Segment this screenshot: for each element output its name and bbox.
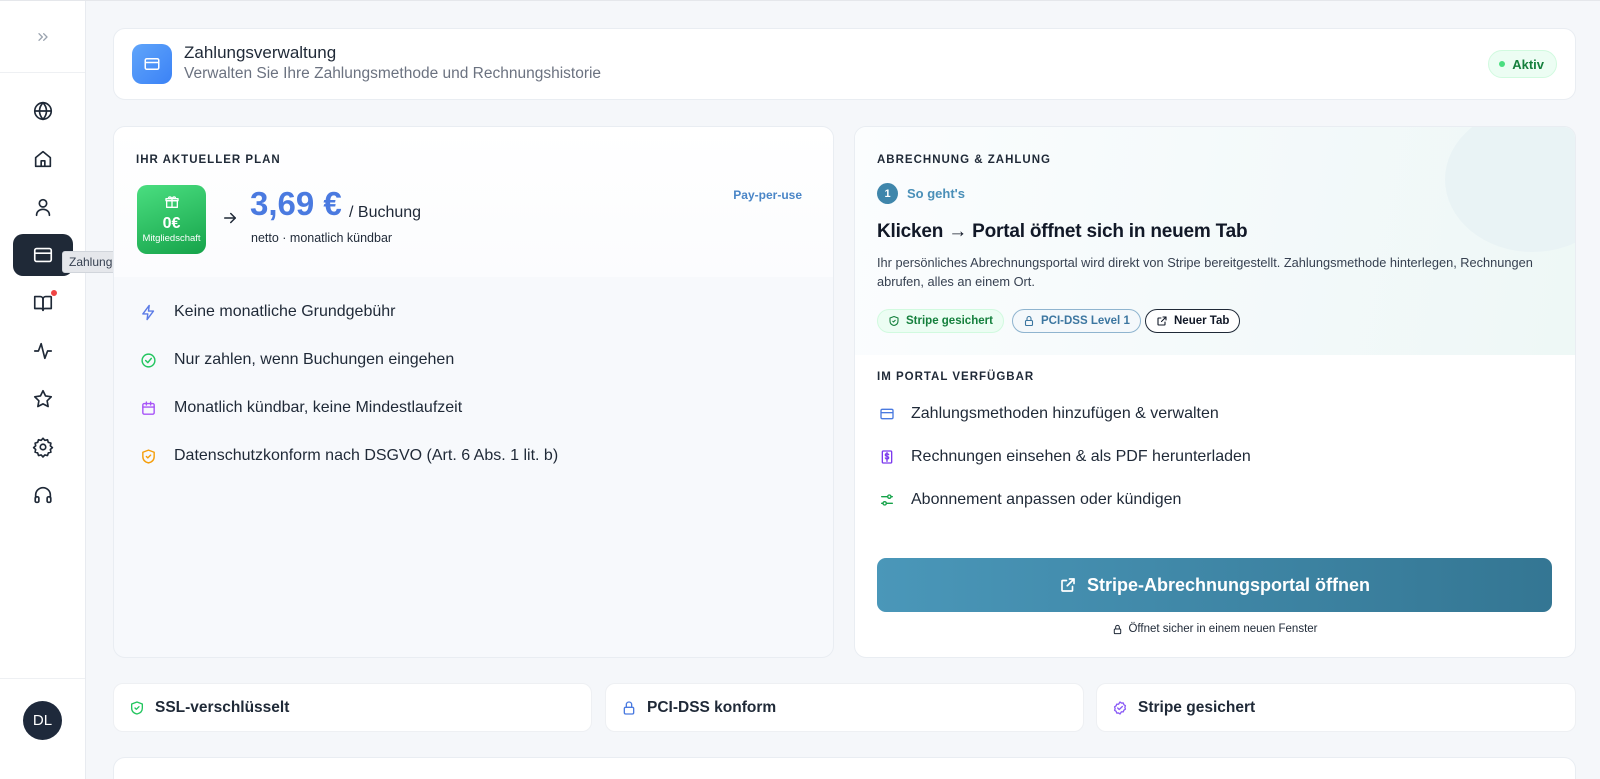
portal-feature: Zahlungsmethoden hinzufügen & verwalten [879,405,1219,423]
page-title: Zahlungsverwaltung [184,43,337,62]
trust-badge-stripe: Stripe gesichert [1096,683,1576,732]
gift-icon [164,196,179,208]
portal-feature: Rechnungen einsehen & als PDF herunterla… [879,448,1251,466]
tier-label: Mitgliedschaft [142,233,201,244]
arrow-right-icon [224,212,236,224]
sidebar-item-home[interactable] [13,138,73,180]
plan-summary [114,127,833,277]
external-link-icon [1061,578,1075,592]
step-indicator: 1 So geht's [877,183,965,204]
sidebar: Zahlung DL [0,1,120,779]
lock-icon [1114,624,1122,634]
shield-check-icon [889,315,899,327]
external-link-icon [1157,316,1167,326]
trust-badge-pci: PCI-DSS konform [605,683,1084,732]
plan-feature-label: Datenschutzkonform nach DSGVO (Art. 6 Ab… [174,447,559,464]
new-tab-chip: Neuer Tab [1145,309,1241,333]
sidebar-item-settings[interactable] [13,426,73,468]
next-section-card [113,757,1576,779]
sidebar-item-profile[interactable] [13,186,73,228]
current-plan-card: IHR AKTUELLER PLAN 0€ Mitgliedschaft 3,6… [113,126,834,658]
portal-feature: Abonnement anpassen oder kündigen [879,491,1181,509]
chevrons-right-icon [38,33,48,41]
user-icon [35,198,51,217]
invoice-icon [881,450,893,464]
sidebar-divider [0,72,85,73]
step-number: 1 [877,183,898,204]
avatar[interactable]: DL [23,701,62,740]
status-label: Aktiv [1512,56,1544,72]
portal-note: Öffnet sicher in einem neuen Fenster [855,623,1575,635]
chip-label: Stripe gesichert [906,315,993,327]
price-note: netto · monatlich kündbar [251,231,393,245]
lock-icon [1024,315,1034,327]
sidebar-item-activity[interactable] [13,330,73,372]
gear-icon [32,437,54,458]
plan-feature: Keine monatliche Grundgebühr [140,303,395,321]
billing-heading: Klicken → Portal öffnet sich in neuem Ta… [877,221,1248,242]
credit-card-icon [132,44,172,84]
billing-description: Ihr persönliches Abrechnungsportal wird … [877,255,1533,289]
credit-card-icon [880,408,894,420]
trust-badge-label: SSL-verschlüsselt [155,698,290,716]
billing-card: ABRECHNUNG & ZAHLUNG 1 So geht's Klicken… [854,126,1576,658]
home-icon [34,150,52,168]
calendar-icon [142,400,155,415]
page-subtitle: Verwalten Sie Ihre Zahlungsmethode und R… [184,65,602,82]
star-icon [33,389,53,408]
check-badge-icon [1113,700,1127,715]
lock-icon [623,700,635,715]
step-label: So geht's [907,186,965,201]
shield-check-icon [142,448,155,464]
sidebar-item-book[interactable] [13,282,73,324]
plan-feature-label: Nur zahlen, wenn Buchungen eingehen [174,351,455,368]
tier-price: 0€ [162,215,181,232]
expand-sidebar-button[interactable] [29,25,57,49]
portal-note-text: Öffnet sicher in einem neuen Fenster [1128,623,1318,635]
chip-label: PCI-DSS Level 1 [1041,315,1130,327]
open-billing-portal-button[interactable]: Stripe-Abrechnungsportal öffnen [877,558,1552,612]
sidebar-item-support[interactable] [13,474,73,516]
trust-badge-label: Stripe gesichert [1138,698,1256,716]
plan-feature: Nur zahlen, wenn Buchungen eingehen [140,351,454,369]
plan-feature-label: Monatlich kündbar, keine Mindestlaufzeit [174,399,463,416]
trust-badge-label: PCI-DSS konform [647,698,777,716]
price-unit: / Buchung [349,204,422,221]
portal-feature-label: Rechnungen einsehen & als PDF herunterla… [911,448,1251,465]
status-badge: Aktiv [1488,50,1557,78]
check-circle-icon [141,352,156,368]
page-header: Zahlungsverwaltung Verwalten Sie Ihre Za… [113,28,1576,100]
headphones-icon [34,486,52,504]
sidebar-tooltip: Zahlung [62,251,120,273]
shield-check-icon [131,700,143,715]
trust-badge-ssl: SSL-verschlüsselt [113,683,592,732]
plan-feature-label: Keine monatliche Grundgebühr [174,303,396,320]
notification-badge [50,289,58,297]
sliders-icon [881,494,893,506]
button-label: Stripe-Abrechnungsportal öffnen [1087,574,1370,595]
plan-section-label: IHR AKTUELLER PLAN [136,154,281,166]
portal-feature-label: Zahlungsmethoden hinzufügen & verwalten [911,405,1219,422]
plan-feature: Datenschutzkonform nach DSGVO (Art. 6 Ab… [140,447,558,465]
sidebar-item-globe[interactable] [13,90,73,132]
sidebar-item-favorites[interactable] [13,378,73,420]
status-dot [1499,61,1506,67]
portal-section-label: IM PORTAL VERFÜGBAR [877,371,1035,383]
zap-icon [142,304,155,320]
activity-icon [33,342,53,360]
pci-dss-chip: PCI-DSS Level 1 [1012,309,1141,333]
chip-label: Neuer Tab [1174,315,1230,327]
pricing-model-label: Pay-per-use [733,188,802,202]
billing-section-label: ABRECHNUNG & ZAHLUNG [877,154,1051,166]
globe-icon [33,101,53,121]
credit-card-icon [33,247,53,263]
plan-feature: Monatlich kündbar, keine Mindestlaufzeit [140,399,462,417]
membership-tier: 0€ Mitgliedschaft [137,185,206,254]
portal-feature-label: Abonnement anpassen oder kündigen [911,491,1182,508]
sidebar-divider-bottom [0,678,85,679]
price-per-booking: 3,69 € [250,185,342,222]
stripe-secured-chip: Stripe gesichert [877,309,1004,333]
